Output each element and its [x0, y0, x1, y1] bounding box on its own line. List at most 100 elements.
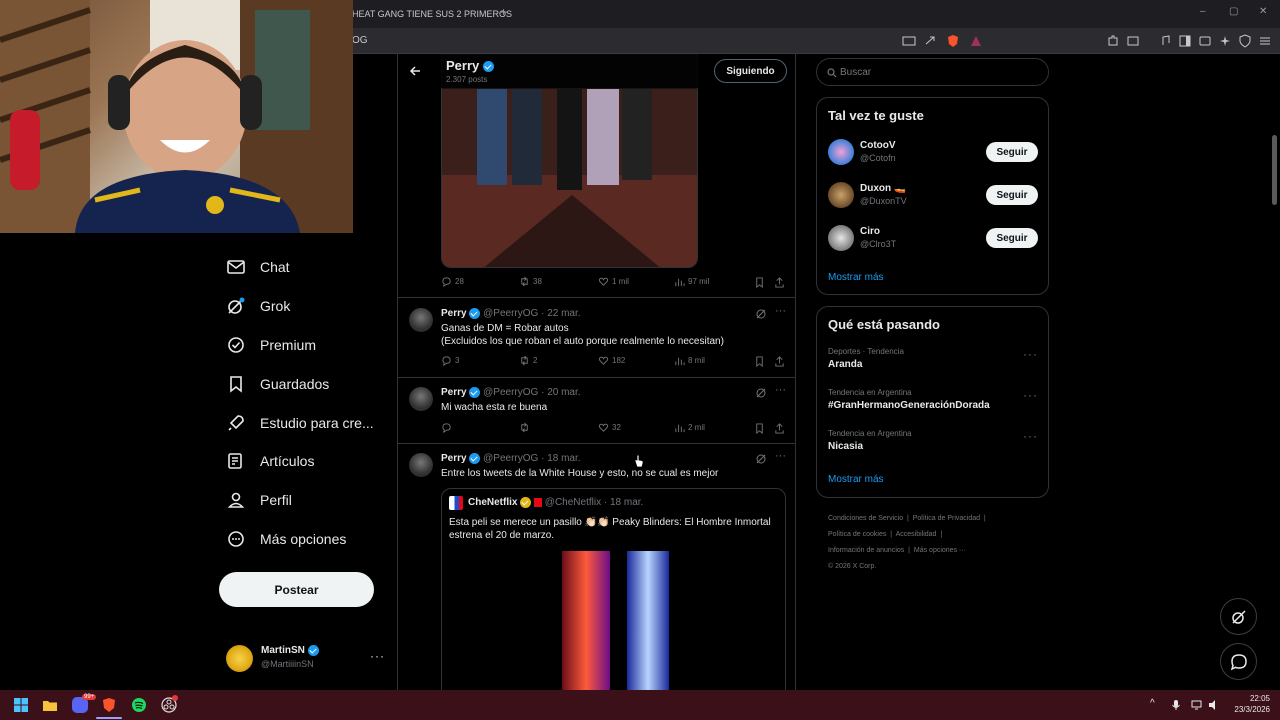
- views-button[interactable]: 2 mil: [674, 422, 705, 433]
- footer-link[interactable]: Política de cookies: [828, 531, 886, 538]
- repost-button[interactable]: 38: [519, 276, 542, 287]
- trend-item[interactable]: Tendencia en Argentina Nicasia ···: [828, 429, 1038, 452]
- music-icon[interactable]: [1158, 34, 1172, 48]
- tweet[interactable]: Perry @PeerryOG · 18 mar. ··· Entre los …: [398, 444, 795, 690]
- new-tab-button[interactable]: +: [500, 5, 507, 19]
- grok-explain-icon[interactable]: [755, 308, 767, 320]
- screen-icon[interactable]: [902, 34, 916, 48]
- author-name[interactable]: Perry: [441, 453, 467, 464]
- back-arrow-icon[interactable]: [409, 65, 421, 77]
- avatar[interactable]: [409, 387, 433, 411]
- file-explorer-icon[interactable]: [42, 697, 58, 713]
- avatar[interactable]: [409, 308, 433, 332]
- sidebar-item-profile[interactable]: Perfil: [218, 485, 292, 515]
- tweet[interactable]: 28 38 1 mil 97 mil: [398, 54, 795, 298]
- sidebar-item-grok[interactable]: Grok: [218, 291, 290, 321]
- footer-link[interactable]: Política de Privacidad: [913, 515, 980, 522]
- bookmark-icon[interactable]: [754, 277, 765, 288]
- views-button[interactable]: 97 mil: [674, 276, 709, 287]
- vpn-shield-icon[interactable]: [1238, 34, 1252, 48]
- network-icon[interactable]: [1191, 699, 1203, 711]
- clock-time[interactable]: 22:05: [1246, 694, 1270, 703]
- extensions-icon[interactable]: [1106, 34, 1120, 48]
- minimize-button[interactable]: –: [1200, 6, 1206, 17]
- grok-fab-button[interactable]: [1220, 598, 1257, 635]
- sidebar-item-more-options[interactable]: Más opciones: [218, 524, 346, 554]
- tweet-date[interactable]: · 18 mar.: [541, 453, 580, 464]
- microphone-icon[interactable]: [1170, 699, 1182, 711]
- show-more-link[interactable]: Mostrar más: [828, 272, 884, 283]
- page-scrollbar[interactable]: [1272, 135, 1277, 205]
- author-handle[interactable]: @PeerryOG: [483, 453, 538, 464]
- tray-chevron-icon[interactable]: ^: [1150, 698, 1155, 709]
- follow-button[interactable]: Seguir: [986, 185, 1038, 205]
- sidebar-item-creator-studio[interactable]: Estudio para cre...: [218, 408, 374, 438]
- suggestion-item[interactable]: Ciro @Clro3T Seguir: [828, 225, 1038, 255]
- quote-media-image[interactable]: [442, 551, 786, 690]
- like-button[interactable]: 182: [598, 355, 625, 366]
- avatar[interactable]: [409, 453, 433, 477]
- footer-link[interactable]: Accesibilidad: [896, 531, 937, 538]
- follow-button[interactable]: Seguir: [986, 228, 1038, 248]
- author-name[interactable]: Perry: [441, 308, 467, 319]
- trend-more-icon[interactable]: ···: [1023, 429, 1038, 443]
- tweet-more-icon[interactable]: ···: [775, 305, 786, 317]
- reply-button[interactable]: [441, 422, 455, 433]
- search-input[interactable]: Buscar: [816, 58, 1049, 86]
- account-more-button[interactable]: ···: [370, 649, 385, 663]
- tweet[interactable]: Perry @PeerryOG · 20 mar. ··· Mi wacha e…: [398, 378, 795, 468]
- repost-button[interactable]: [519, 422, 533, 433]
- brave-browser-icon[interactable]: [101, 697, 117, 713]
- tweet-date[interactable]: · 20 mar.: [541, 387, 580, 398]
- sidebar-item-articles[interactable]: Artículos: [218, 446, 314, 476]
- wallet-icon[interactable]: [1198, 34, 1212, 48]
- screenshot-icon[interactable]: [1126, 34, 1140, 48]
- clock-date[interactable]: 23/3/2026: [1230, 705, 1270, 714]
- trend-item[interactable]: Deportes · Tendencia Aranda ···: [828, 347, 1038, 370]
- spotify-icon[interactable]: [131, 697, 147, 713]
- author-handle[interactable]: @PeerryOG: [483, 387, 538, 398]
- tweet-date[interactable]: · 22 mar.: [541, 308, 580, 319]
- following-button[interactable]: Siguiendo: [714, 59, 787, 83]
- sidebar-item-bookmarks[interactable]: Guardados: [218, 369, 329, 399]
- show-more-link[interactable]: Mostrar más: [828, 474, 884, 485]
- tweet-more-icon[interactable]: ···: [775, 384, 786, 396]
- reply-button[interactable]: 28: [441, 276, 464, 287]
- reply-button[interactable]: 3: [441, 355, 459, 366]
- sidebar-item-premium[interactable]: Premium: [218, 330, 316, 360]
- tweet-more-icon[interactable]: ···: [775, 450, 786, 462]
- trend-more-icon[interactable]: ···: [1023, 347, 1038, 361]
- share-icon[interactable]: [923, 34, 937, 48]
- follow-button[interactable]: Seguir: [986, 142, 1038, 162]
- grok-explain-icon[interactable]: [755, 453, 767, 465]
- quoted-tweet[interactable]: CheNetflix @CheNetflix · 18 mar. Esta pe…: [441, 488, 786, 690]
- views-button[interactable]: 8 mil: [674, 355, 705, 366]
- footer-link[interactable]: Condiciones de Servicio: [828, 515, 903, 522]
- sidebar-item-chat[interactable]: Chat: [218, 252, 290, 282]
- bookmark-icon[interactable]: [754, 423, 765, 434]
- trend-more-icon[interactable]: ···: [1023, 388, 1038, 402]
- menu-icon[interactable]: [1258, 34, 1272, 48]
- like-button[interactable]: 1 mil: [598, 276, 629, 287]
- suggestion-item[interactable]: CotooV @Cotofn Seguir: [828, 139, 1038, 169]
- repost-button[interactable]: 2: [519, 355, 537, 366]
- footer-link[interactable]: Información de anuncios: [828, 547, 904, 554]
- like-button[interactable]: 32: [598, 422, 621, 433]
- author-handle[interactable]: @PeerryOG: [483, 308, 538, 319]
- brave-shield-icon[interactable]: [946, 34, 960, 48]
- bookmark-icon[interactable]: [754, 356, 765, 367]
- brave-rewards-icon[interactable]: [969, 34, 983, 48]
- suggestion-item[interactable]: Duxon 🚤 @DuxonTV Seguir: [828, 182, 1038, 212]
- browser-tab[interactable]: HEAT GANG TIENE SUS 2 PRIMEROS: [352, 5, 512, 23]
- close-window-button[interactable]: ✕: [1259, 6, 1267, 17]
- account-switcher[interactable]: MartinSN @MartiiiinSN ···: [226, 642, 386, 676]
- leo-ai-icon[interactable]: [1218, 34, 1232, 48]
- maximize-button[interactable]: ▢: [1229, 6, 1238, 17]
- windows-start-icon[interactable]: [13, 697, 29, 713]
- author-name[interactable]: Perry: [441, 387, 467, 398]
- share-icon[interactable]: [774, 423, 785, 434]
- share-icon[interactable]: [774, 277, 785, 288]
- share-icon[interactable]: [774, 356, 785, 367]
- tweet[interactable]: Perry @PeerryOG · 22 mar. ··· Ganas de D…: [398, 298, 795, 378]
- volume-icon[interactable]: [1208, 699, 1220, 711]
